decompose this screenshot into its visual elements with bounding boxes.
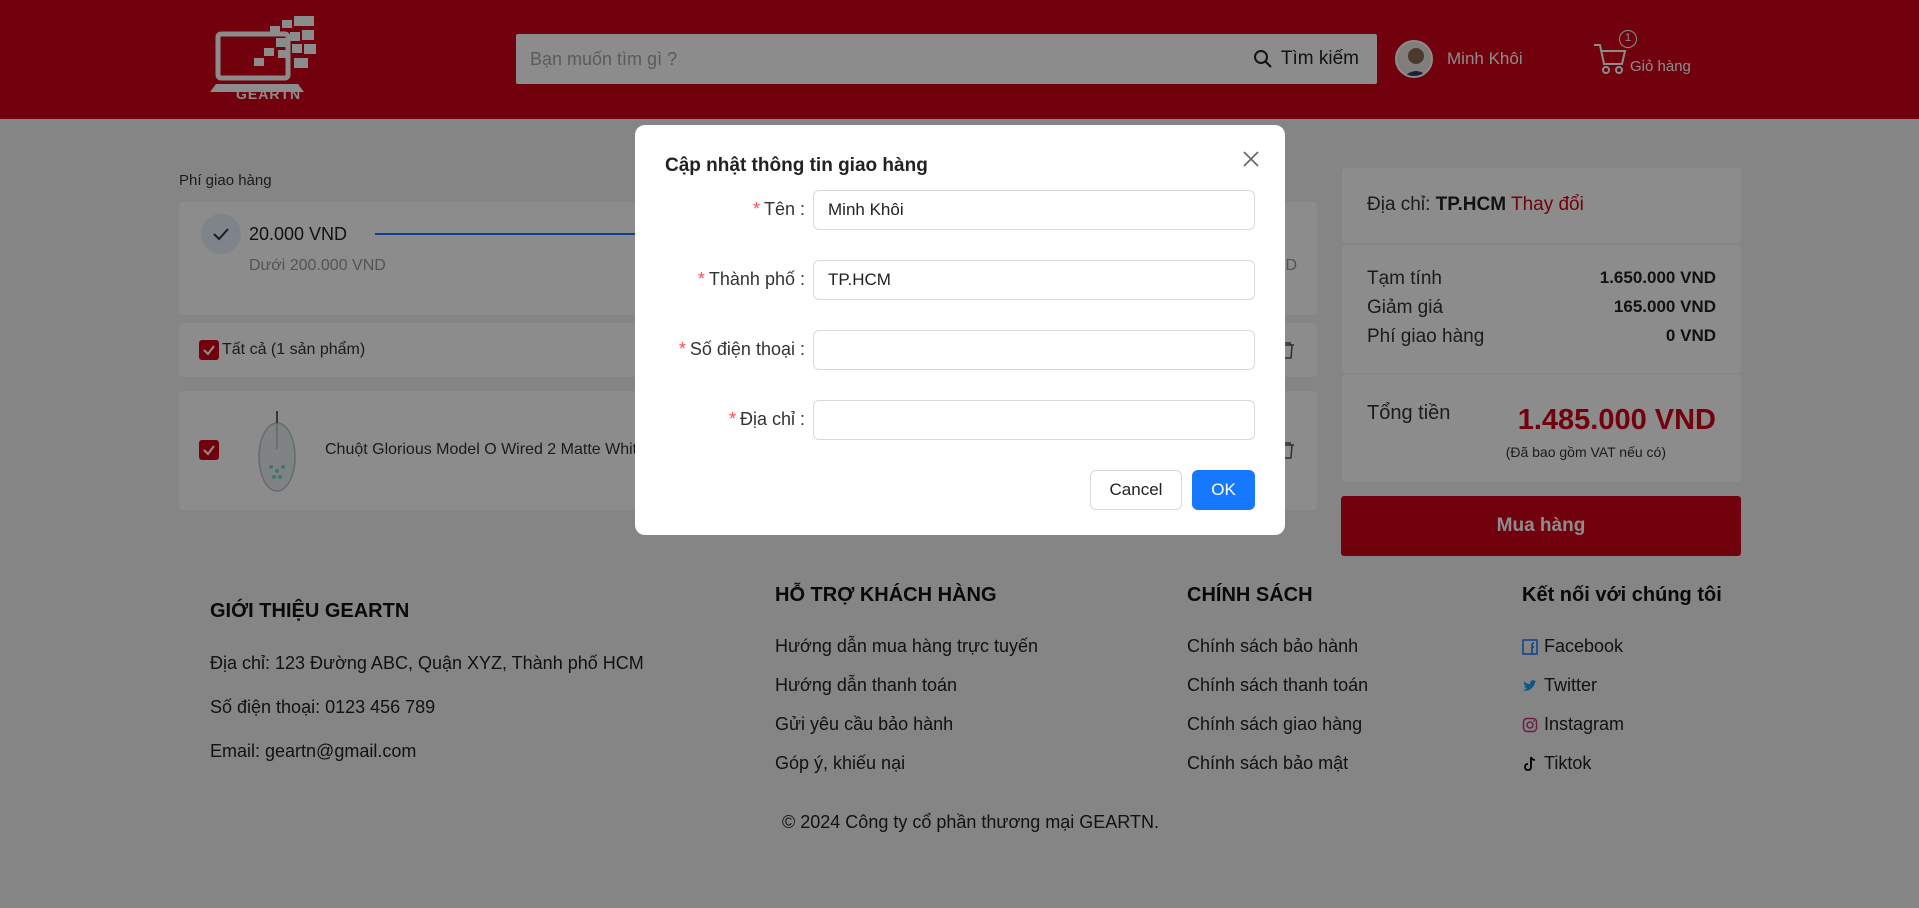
city-field-label: * Thành phố : [697,269,805,289]
phone-field-row: * Số điện thoại : [635,330,1285,370]
address-field[interactable] [813,400,1255,440]
city-field[interactable] [813,260,1255,300]
required-mark: * [678,339,686,359]
required-mark: * [728,409,736,429]
close-icon[interactable] [1241,149,1261,169]
shipping-info-modal: Cập nhật thông tin giao hàng *Tên : *Thà… [635,125,1285,535]
required-mark: * [752,199,760,219]
city-field-row: * Thành phố : [635,260,1285,300]
address-field-label: * Địa chỉ : [728,409,805,429]
name-field-row: * Tên : [635,190,1285,230]
cancel-button[interactable]: Cancel [1090,470,1182,510]
name-field[interactable] [813,190,1255,230]
address-field-row: * Địa chỉ : [635,400,1285,440]
phone-field-label: * Số điện thoại : [678,339,805,359]
name-field-label: * Tên : [752,199,805,219]
phone-field[interactable] [813,330,1255,370]
modal-title: Cập nhật thông tin giao hàng [665,155,928,176]
required-mark: * [697,269,705,289]
ok-button[interactable]: OK [1192,470,1255,510]
